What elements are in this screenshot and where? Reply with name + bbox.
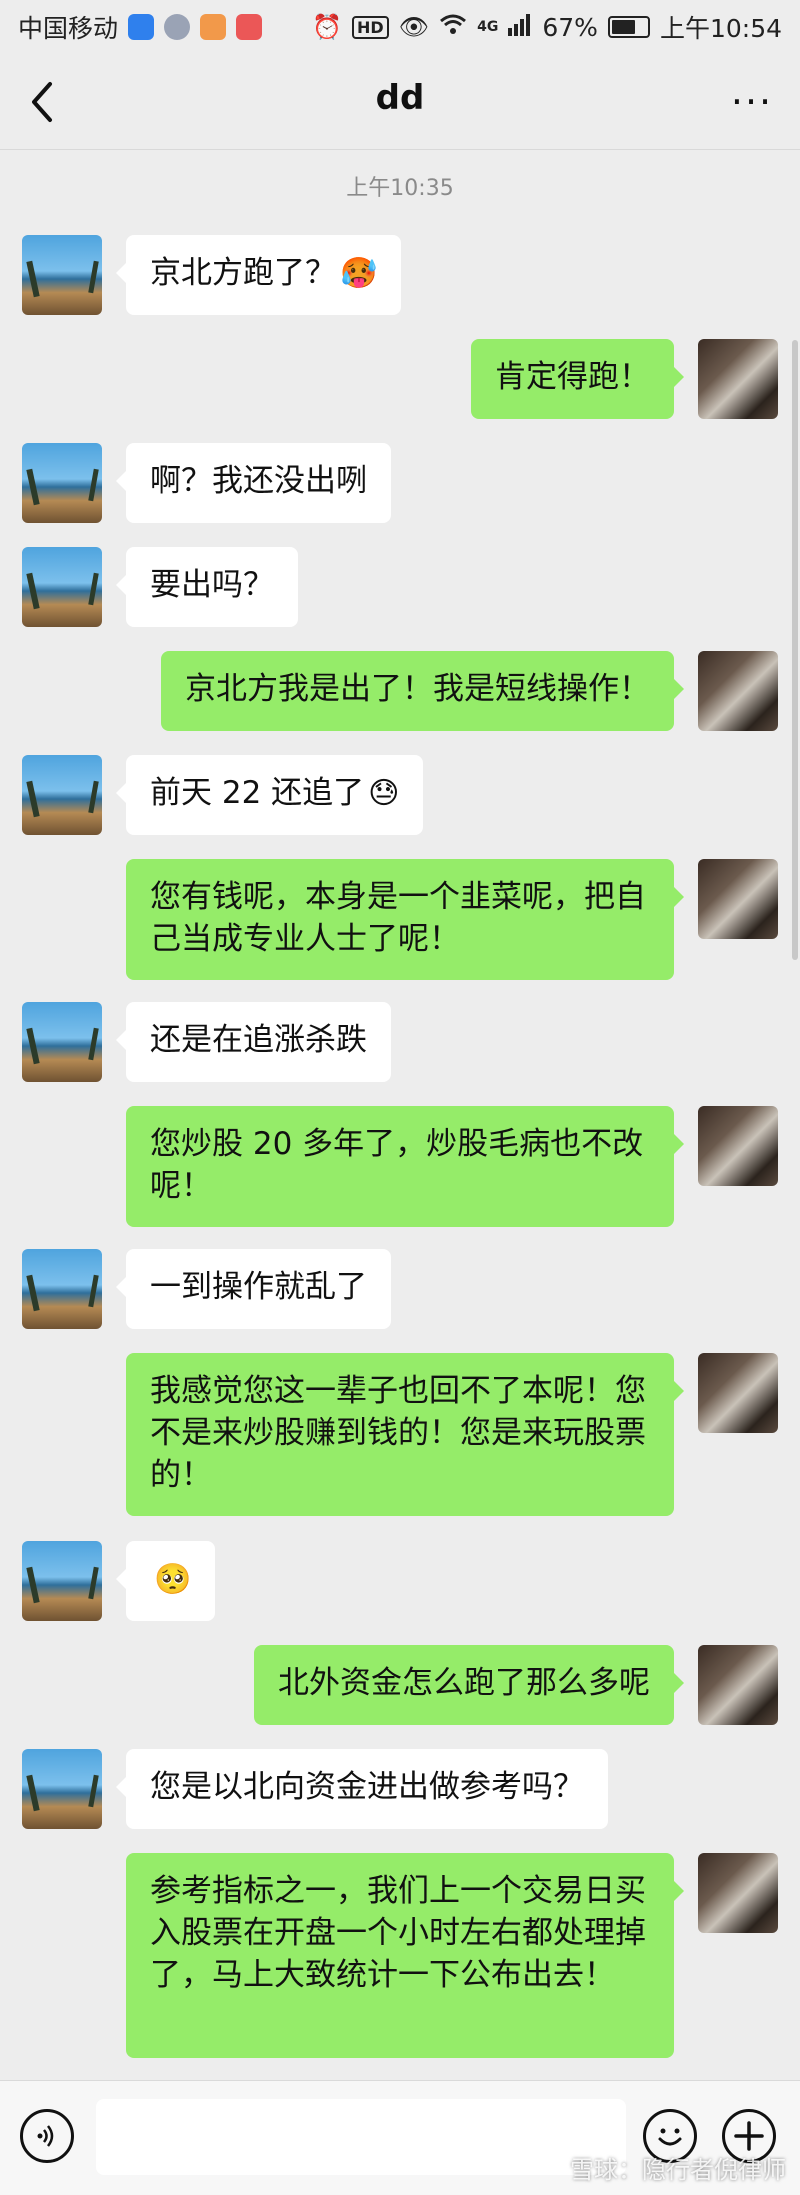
stock-app-icon bbox=[236, 14, 263, 40]
message-bubble[interactable]: 京北方跑了？ 🥵 bbox=[115, 235, 402, 315]
self-avatar[interactable] bbox=[698, 1645, 778, 1725]
voice-icon[interactable] bbox=[20, 2109, 74, 2163]
emoji-sweat: 😓 bbox=[368, 776, 400, 811]
more-dots-icon[interactable]: ··· bbox=[728, 82, 776, 122]
chat-scrollbar[interactable] bbox=[792, 340, 798, 960]
hd-badge: HD bbox=[352, 15, 389, 39]
message-bubble[interactable]: 前天 22 还追了 😓 bbox=[115, 755, 424, 835]
message-text: 前天 22 还追了 bbox=[150, 775, 365, 811]
clock: 上午10:54 bbox=[659, 14, 782, 43]
message-text: 一到操作就乱了 bbox=[150, 1269, 367, 1305]
chat-title: dd bbox=[375, 78, 425, 118]
contact-avatar[interactable] bbox=[22, 1749, 102, 1829]
message-bubble[interactable]: 要出吗？ bbox=[116, 547, 298, 627]
message-bubble[interactable]: 您炒股 20 多年了，炒股毛病也不改呢！ bbox=[126, 1106, 684, 1227]
alarm-icon: ⏰ bbox=[312, 13, 342, 41]
self-avatar[interactable] bbox=[698, 1853, 778, 1933]
self-avatar[interactable] bbox=[698, 339, 778, 419]
status-bar: 中国移动 ⏰ HD 👁 4G 67% 上午10:54 bbox=[0, 0, 800, 54]
emoji-hot-face: 🥵 bbox=[340, 256, 378, 291]
message-text: 您炒股 20 多年了，炒股毛病也不改呢！ bbox=[150, 1126, 644, 1204]
contact-avatar[interactable] bbox=[22, 1541, 102, 1621]
emoji-pleading-face: 🥺 bbox=[154, 1562, 192, 1597]
message-text: 京北方我是出了！我是短线操作！ bbox=[185, 671, 650, 707]
network-type: 4G bbox=[477, 19, 499, 35]
wifi-icon bbox=[439, 13, 467, 41]
carrier-name: 中国移动 bbox=[18, 14, 119, 43]
weibo-icon bbox=[200, 14, 227, 40]
input-bar: 雪球：隐行者倪律师 bbox=[0, 2080, 800, 2195]
contact-avatar[interactable] bbox=[22, 755, 102, 835]
message-text: 北外资金怎么跑了那么多呢 bbox=[278, 1665, 650, 1701]
self-avatar[interactable] bbox=[698, 1106, 778, 1186]
message-bubble[interactable]: 北外资金怎么跑了那么多呢 bbox=[254, 1645, 684, 1725]
message-bubble[interactable]: 您有钱呢，本身是一个韭菜呢，把自己当成专业人士了呢！ bbox=[126, 859, 684, 980]
message-timestamp: 上午10:35 bbox=[346, 176, 454, 201]
contact-avatar[interactable] bbox=[22, 443, 102, 523]
message-bubble[interactable]: 还是在追涨杀跌 bbox=[116, 1002, 391, 1082]
message-text: 您有钱呢，本身是一个韭菜呢，把自己当成专业人士了呢！ bbox=[150, 879, 646, 957]
eye-icon: 👁 bbox=[398, 13, 430, 41]
self-avatar[interactable] bbox=[698, 651, 778, 731]
message-text: 还是在追涨杀跌 bbox=[150, 1022, 367, 1058]
message-bubble[interactable]: 一到操作就乱了 bbox=[116, 1249, 391, 1329]
contact-avatar[interactable] bbox=[22, 547, 102, 627]
message-text: 要出吗？ bbox=[150, 567, 274, 603]
self-avatar[interactable] bbox=[698, 1353, 778, 1433]
message-text: 参考指标之一，我们上一个交易日买入股票在开盘一个小时左右都处理掉了，马上大致统计… bbox=[150, 1873, 646, 1993]
signal-icon bbox=[508, 13, 532, 42]
message-bubble[interactable]: 京北方我是出了！我是短线操作！ bbox=[161, 651, 684, 731]
message-bubble[interactable]: 参考指标之一，我们上一个交易日买入股票在开盘一个小时左右都处理掉了，马上大致统计… bbox=[126, 1853, 684, 2058]
message-text: 我感觉您这一辈子也回不了本呢！您不是来炒股赚到钱的！您是来玩股票的！ bbox=[150, 1373, 646, 1493]
battery-percent: 67% bbox=[542, 12, 598, 42]
message-bubble[interactable]: 🥺 bbox=[115, 1541, 216, 1621]
message-bubble[interactable]: 您是以北向资金进出做参考吗？ bbox=[116, 1749, 608, 1829]
app-notification-icon bbox=[164, 14, 191, 40]
battery-icon bbox=[607, 16, 650, 38]
message-text: 您是以北向资金进出做参考吗？ bbox=[150, 1769, 584, 1805]
message-bubble[interactable]: 啊？我还没出咧 bbox=[116, 443, 391, 523]
message-bubble[interactable]: 肯定得跑！ bbox=[471, 339, 684, 419]
chat-history[interactable]: 上午10:35 京北方跑了？ 🥵 肯定得跑！ 啊？我还没出咧 要出吗？ 京北方我是… bbox=[0, 150, 800, 2080]
contact-avatar[interactable] bbox=[22, 235, 102, 315]
watermark: 雪球：隐行者倪律师 bbox=[570, 2156, 786, 2184]
message-input[interactable] bbox=[96, 2099, 626, 2175]
self-avatar[interactable] bbox=[698, 859, 778, 939]
message-text: 京北方跑了？ bbox=[150, 255, 336, 291]
contact-avatar[interactable] bbox=[22, 1249, 102, 1329]
message-bubble[interactable]: 我感觉您这一辈子也回不了本呢！您不是来炒股赚到钱的！您是来玩股票的！ bbox=[126, 1353, 684, 1516]
chat-header: dd ··· bbox=[0, 54, 800, 150]
message-text: 啊？我还没出咧 bbox=[150, 463, 367, 499]
contact-avatar[interactable] bbox=[22, 1002, 102, 1082]
message-text: 肯定得跑！ bbox=[495, 359, 650, 395]
shield-app-icon bbox=[128, 14, 155, 40]
